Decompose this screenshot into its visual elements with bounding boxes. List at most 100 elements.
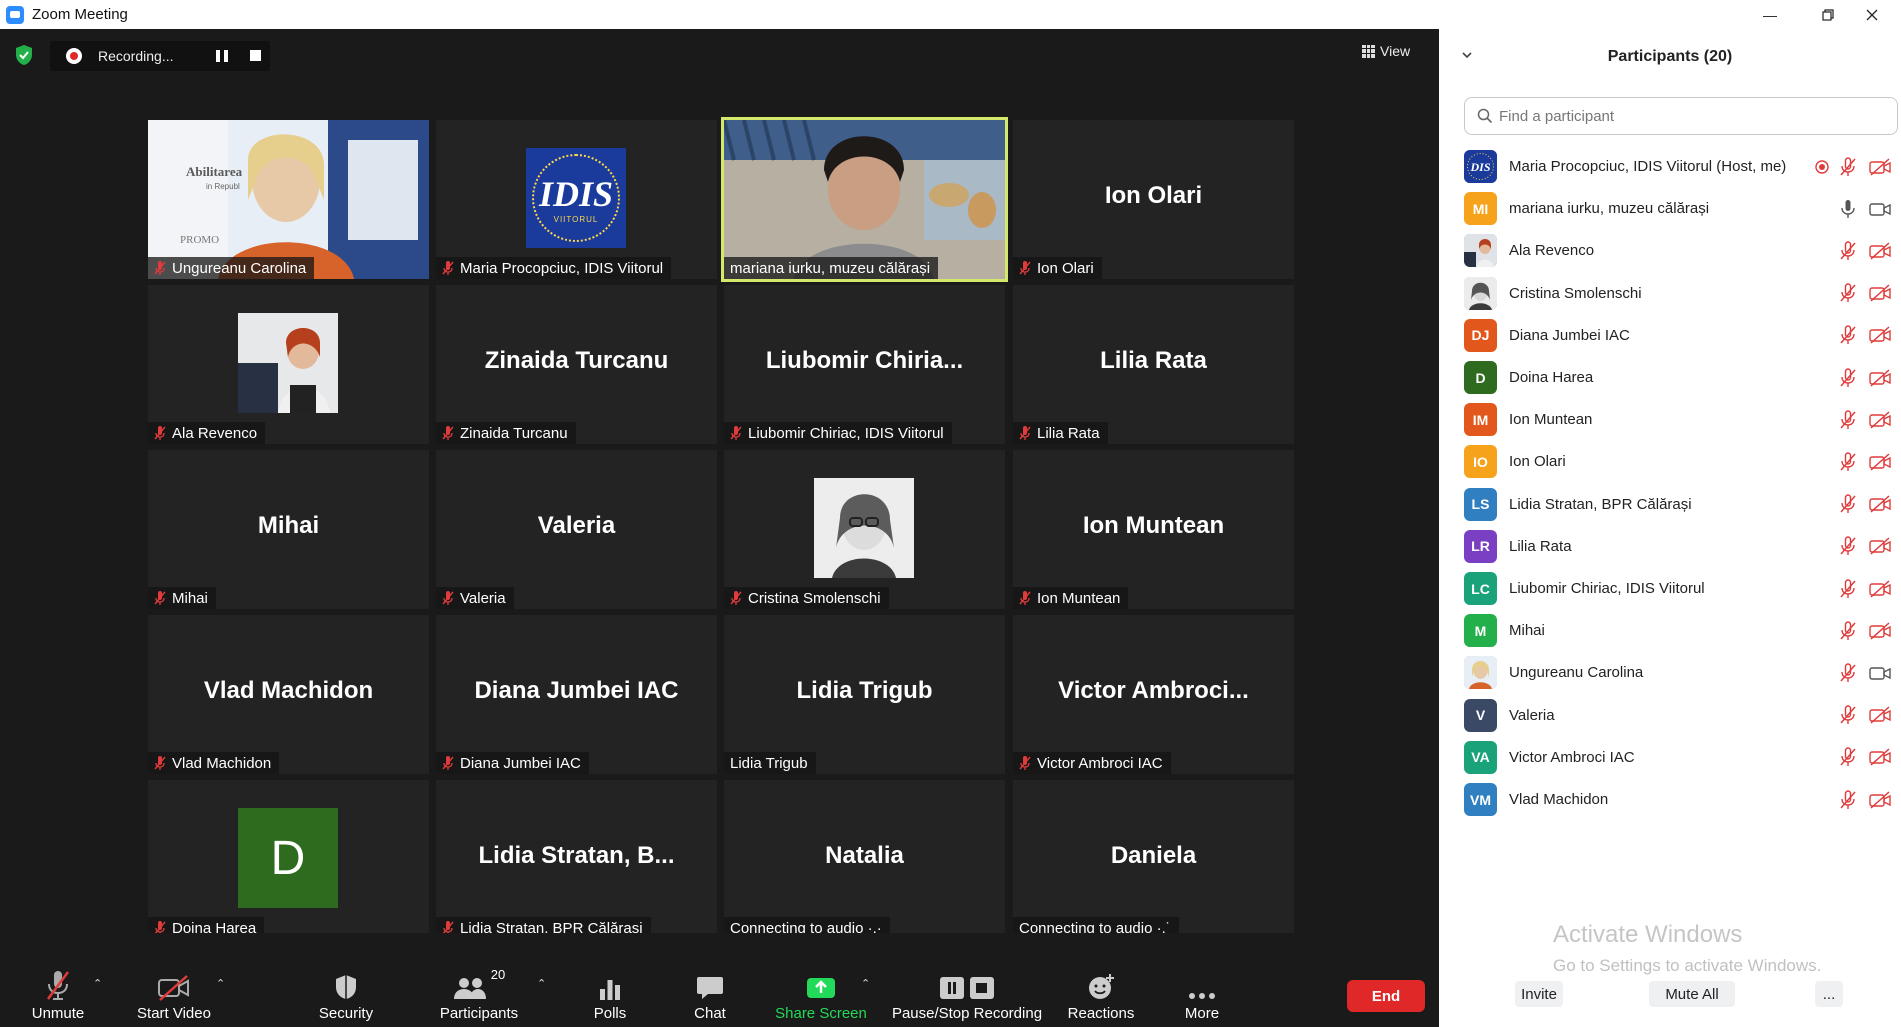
- recording-dot-icon: [66, 48, 82, 64]
- video-tile[interactable]: IDIS VIITORUL Maria Procopciuc, IDIS Vii…: [436, 120, 717, 279]
- video-tile[interactable]: Valeria Valeria: [436, 450, 717, 609]
- video-tile[interactable]: Ala Revenco: [148, 285, 429, 444]
- stop-recording-icon[interactable]: [250, 50, 261, 61]
- video-tile[interactable]: Daniela Connecting to audio ·.˙: [1013, 780, 1294, 939]
- muted-mic-icon: [154, 261, 166, 275]
- video-tile[interactable]: D Doina Harea: [148, 780, 429, 939]
- polls-button[interactable]: Polls: [588, 965, 632, 1022]
- participant-avatar: IM: [1464, 403, 1497, 437]
- avatar-initials: LS: [1471, 496, 1490, 513]
- muted-mic-icon: [442, 591, 454, 605]
- muted-mic-icon[interactable]: [1839, 536, 1857, 556]
- muted-mic-icon[interactable]: [1839, 663, 1857, 683]
- muted-mic-icon[interactable]: [1839, 494, 1857, 514]
- video-off-icon[interactable]: [1869, 326, 1891, 344]
- video-off-icon[interactable]: [1869, 495, 1891, 513]
- video-tile[interactable]: Ion Olari Ion Olari: [1013, 120, 1294, 279]
- participant-name-bar: Vlad Machidon: [148, 752, 280, 774]
- muted-mic-icon[interactable]: [1839, 747, 1857, 767]
- view-label: View: [1380, 43, 1411, 59]
- chat-label: Chat: [694, 1005, 726, 1022]
- security-button[interactable]: Security: [312, 965, 380, 1022]
- video-options-chevron-icon[interactable]: ⌃: [216, 977, 225, 990]
- muted-mic-icon[interactable]: [1839, 409, 1857, 430]
- video-tile[interactable]: Mihai Mihai: [148, 450, 429, 609]
- video-tile[interactable]: Natalia Connecting to audio ·.·: [724, 780, 1005, 939]
- video-tile[interactable]: Lidia Trigub Lidia Trigub: [724, 615, 1005, 774]
- muted-mic-icon[interactable]: [1839, 156, 1857, 177]
- muted-mic-icon[interactable]: [1839, 283, 1857, 303]
- video-off-icon[interactable]: [1869, 157, 1891, 176]
- participant-display-name: Valeria: [537, 512, 616, 539]
- video-off-icon[interactable]: [1869, 748, 1891, 766]
- video-tile-active-speaker[interactable]: mariana iurku, muzeu călărași: [721, 117, 1008, 282]
- muted-mic-icon: [442, 756, 454, 770]
- pause-recording-icon[interactable]: [216, 50, 228, 62]
- participant-row[interactable]: VM Vlad Machidon: [1439, 774, 1901, 825]
- more-button[interactable]: More: [1180, 965, 1224, 1022]
- invite-button[interactable]: Invite: [1515, 981, 1563, 1007]
- mic-icon[interactable]: [1839, 199, 1857, 219]
- video-tile[interactable]: Diana Jumbei IAC Diana Jumbei IAC: [436, 615, 717, 774]
- participant-name-bar: Ion Muntean: [1013, 587, 1129, 609]
- video-tile[interactable]: Cristina Smolenschi: [724, 450, 1005, 609]
- participant-display-name: Ion Olari: [1104, 182, 1203, 209]
- participants-button[interactable]: 20 Participants: [434, 965, 524, 1022]
- audio-options-chevron-icon[interactable]: ⌃: [93, 977, 102, 990]
- end-meeting-button[interactable]: End: [1347, 980, 1425, 1012]
- muted-mic-icon[interactable]: [1839, 325, 1857, 345]
- avatar-letter: D: [270, 831, 306, 885]
- panel-more-button[interactable]: ...: [1815, 981, 1843, 1007]
- pause-stop-recording-button[interactable]: Pause/Stop Recording: [890, 965, 1044, 1022]
- video-off-icon[interactable]: [1869, 242, 1891, 260]
- organization-logo: IDIS VIITORUL: [526, 148, 626, 248]
- participant-list-name: Ion Olari: [1509, 453, 1566, 471]
- video-icon[interactable]: [1869, 200, 1891, 218]
- minimize-icon[interactable]: —: [1741, 0, 1799, 29]
- muted-mic-icon[interactable]: [1839, 241, 1857, 261]
- video-off-icon[interactable]: [1869, 453, 1891, 471]
- video-tile[interactable]: Lidia Stratan, B... Lidia Stratan, BPR C…: [436, 780, 717, 939]
- reactions-label: Reactions: [1067, 1005, 1135, 1022]
- video-off-icon[interactable]: [1869, 706, 1891, 724]
- video-tile[interactable]: Abilitarea in Republ PROMO Ungureanu Car…: [148, 120, 429, 279]
- video-off-icon[interactable]: [1869, 368, 1891, 387]
- close-icon[interactable]: [1843, 0, 1901, 29]
- video-tile[interactable]: Lilia Rata Lilia Rata: [1013, 285, 1294, 444]
- video-off-icon[interactable]: [1869, 790, 1891, 809]
- chat-button[interactable]: Chat: [690, 965, 730, 1022]
- view-button[interactable]: View: [1362, 39, 1426, 63]
- video-tile[interactable]: Vlad Machidon Vlad Machidon: [148, 615, 429, 774]
- video-icon[interactable]: [1869, 664, 1891, 682]
- share-options-chevron-icon[interactable]: ⌃: [861, 977, 870, 990]
- participant-search-input[interactable]: [1499, 107, 1879, 125]
- video-tile[interactable]: Liubomir Chiria... Liubomir Chiriac, IDI…: [724, 285, 1005, 444]
- muted-mic-icon[interactable]: [1839, 452, 1857, 472]
- muted-mic-icon[interactable]: [1839, 705, 1857, 725]
- video-off-icon[interactable]: [1869, 411, 1891, 429]
- video-off-icon[interactable]: [1869, 579, 1891, 598]
- video-tile[interactable]: Ion Muntean Ion Muntean: [1013, 450, 1294, 609]
- participant-search-box[interactable]: [1464, 97, 1898, 135]
- video-off-icon[interactable]: [1869, 622, 1891, 640]
- participant-name-bar: Ion Olari: [1013, 257, 1102, 279]
- video-tile[interactable]: Zinaida Turcanu Zinaida Turcanu: [436, 285, 717, 444]
- encryption-shield-icon[interactable]: [14, 44, 34, 66]
- muted-mic-icon[interactable]: [1839, 789, 1857, 810]
- video-tile[interactable]: Victor Ambroci... Victor Ambroci IAC: [1013, 615, 1294, 774]
- muted-mic-icon[interactable]: [1839, 578, 1857, 599]
- video-off-icon[interactable]: [1869, 537, 1891, 555]
- muted-mic-icon: [1019, 261, 1031, 275]
- reactions-button[interactable]: Reactions: [1066, 965, 1136, 1022]
- start-video-button[interactable]: Start Video: [134, 965, 214, 1022]
- mute-all-button[interactable]: Mute All: [1649, 981, 1735, 1007]
- participant-avatar: [1464, 234, 1497, 268]
- share-screen-button[interactable]: Share Screen: [773, 965, 869, 1022]
- muted-mic-icon[interactable]: [1839, 620, 1857, 641]
- muted-mic-icon[interactable]: [1839, 367, 1857, 388]
- video-off-icon[interactable]: [1869, 284, 1891, 302]
- participant-name: Ion Muntean: [1037, 589, 1121, 607]
- participants-options-chevron-icon[interactable]: ⌃: [537, 977, 546, 990]
- muted-mic-icon: [1019, 756, 1031, 770]
- unmute-button[interactable]: Unmute: [30, 965, 86, 1022]
